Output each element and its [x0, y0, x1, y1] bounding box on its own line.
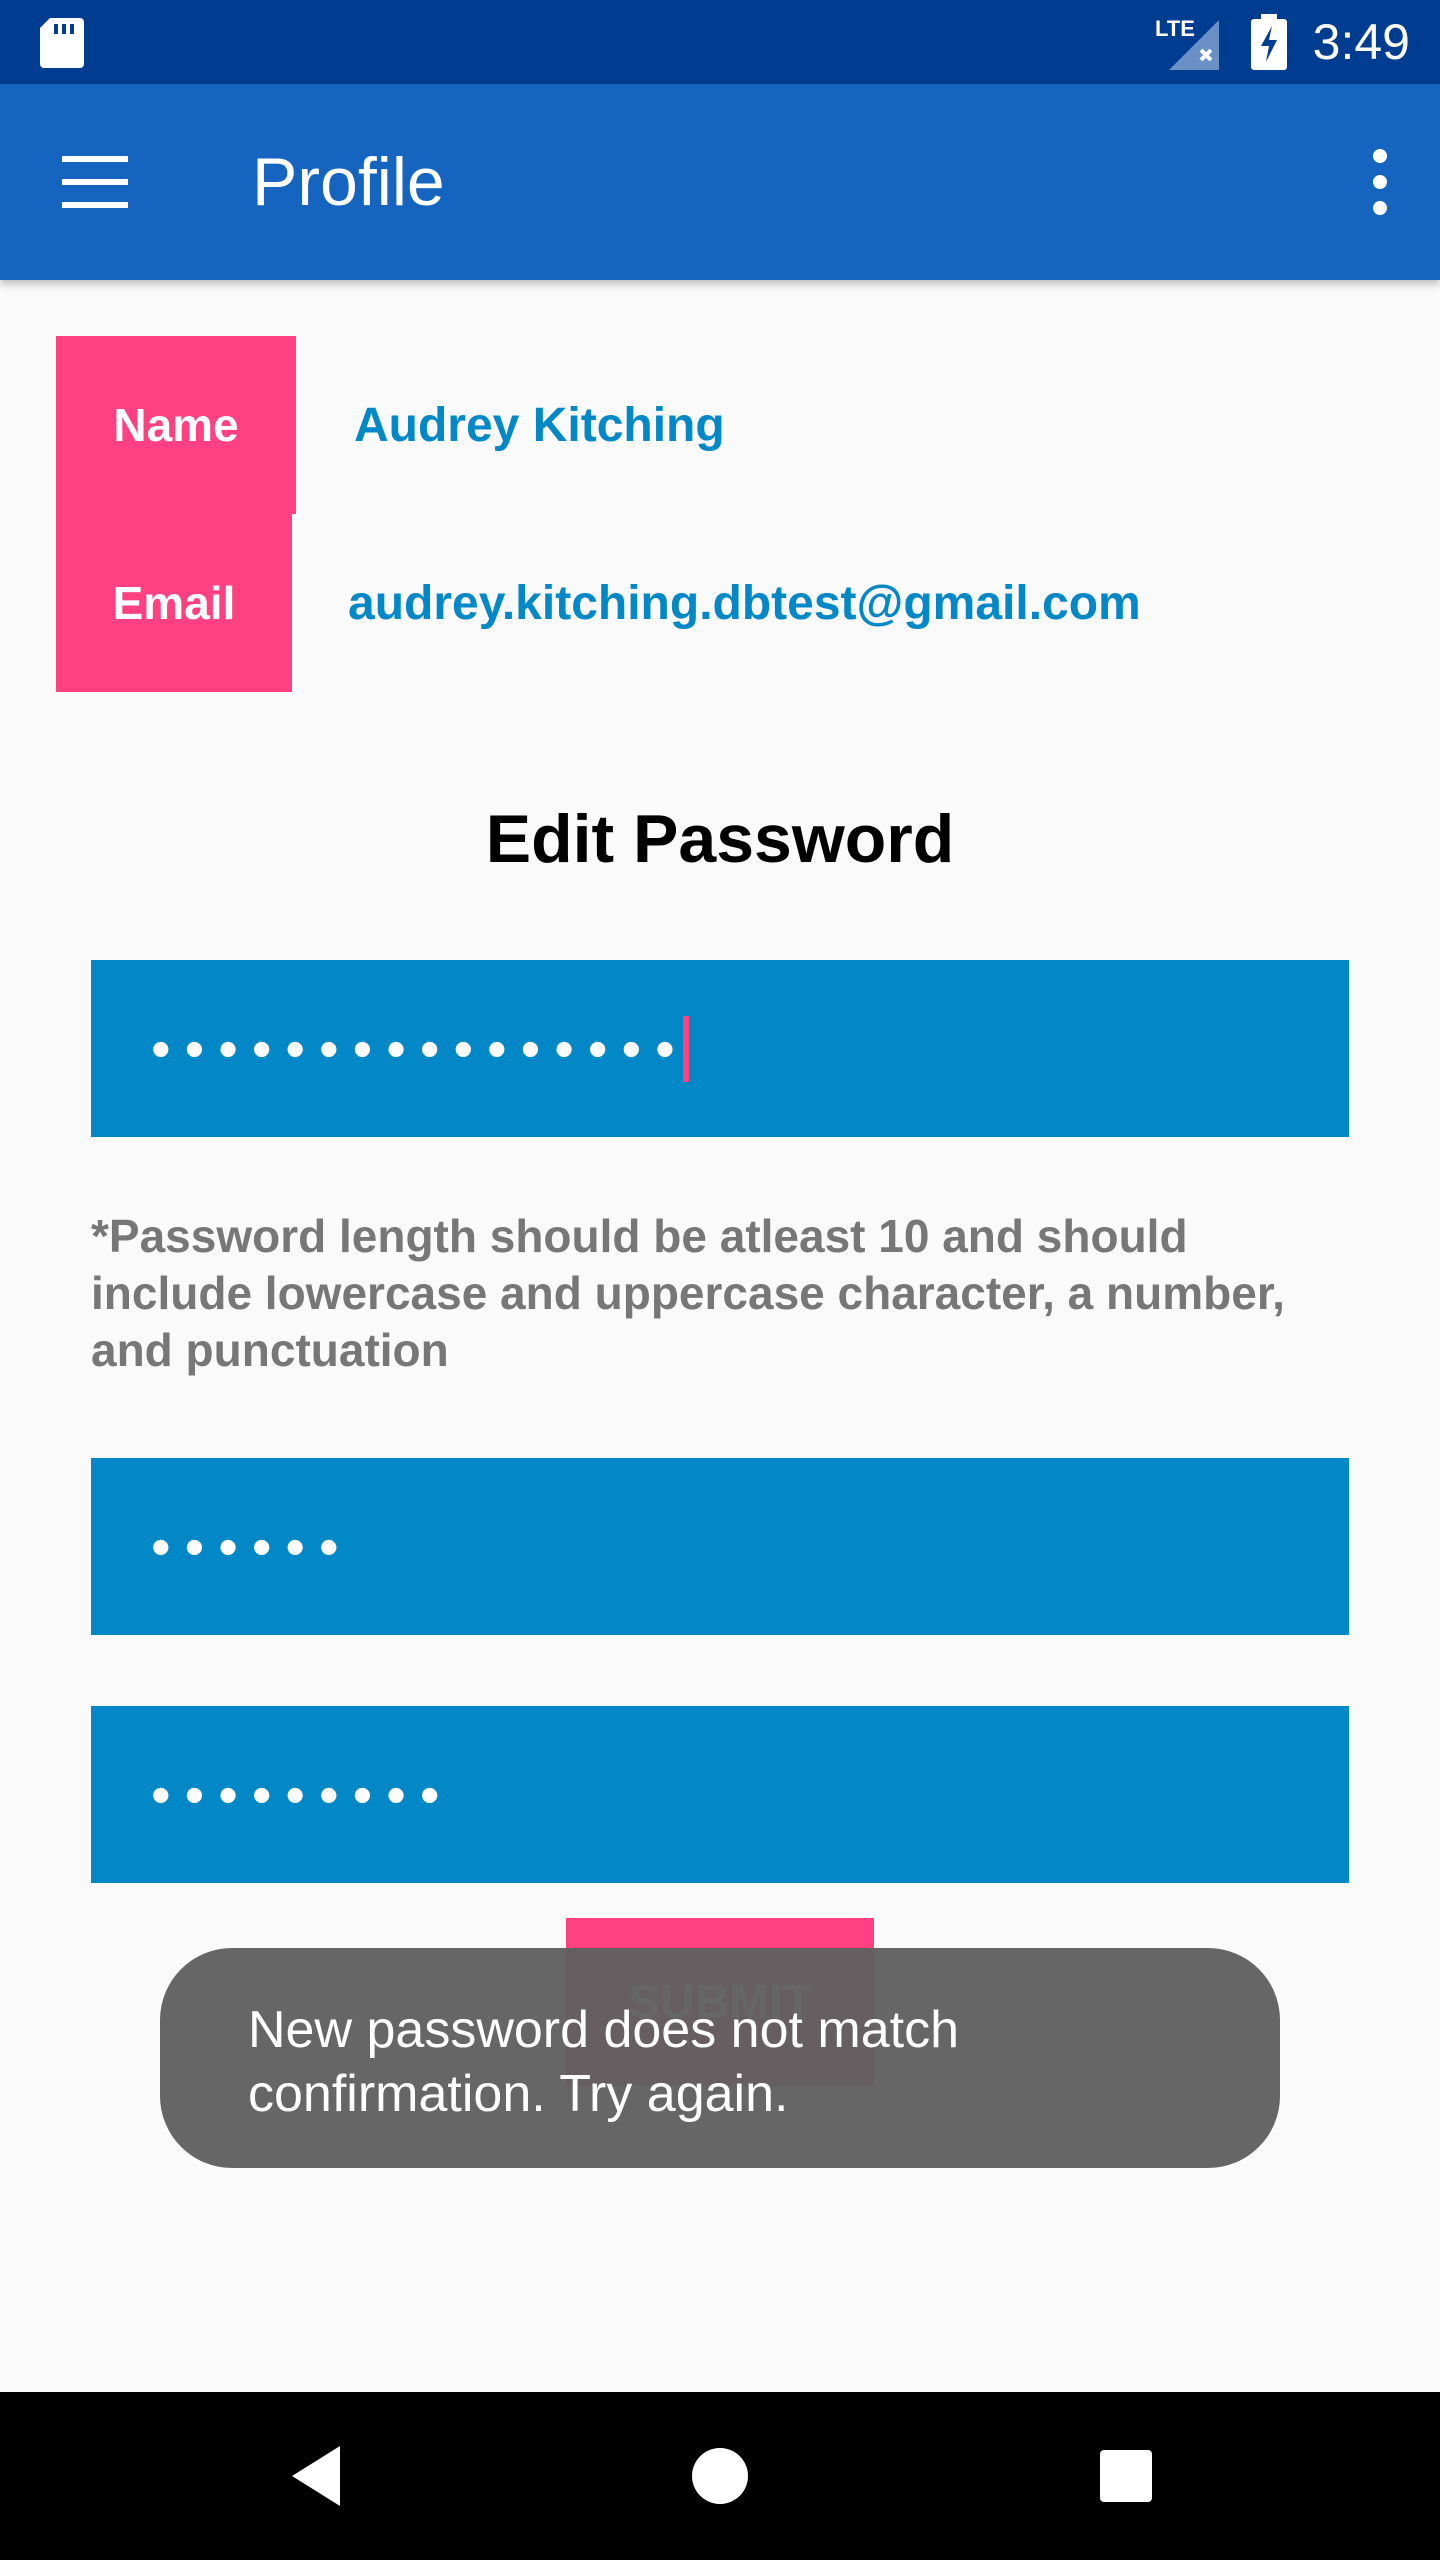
hamburger-menu-icon[interactable]	[62, 154, 132, 210]
back-icon[interactable]	[286, 2436, 346, 2516]
name-value: Audrey Kitching	[354, 399, 725, 452]
edit-password-title: Edit Password	[485, 801, 955, 877]
page-title: Profile	[252, 144, 445, 220]
email-label: Email	[56, 514, 292, 692]
status-time: 3:49	[1312, 14, 1410, 70]
battery-charging-icon	[1250, 14, 1287, 70]
current-password-field[interactable]: ••••••••••••••••	[91, 960, 1349, 1137]
confirm-password-field[interactable]: •••••••••	[91, 1706, 1349, 1883]
new-password-value: ••••••	[151, 1515, 353, 1578]
signal-icon: LTE	[1155, 16, 1219, 70]
password-hint: *Password length should be atleast 10 an…	[91, 1210, 1285, 1376]
confirm-password-value: •••••••••	[151, 1763, 454, 1826]
more-vert-icon[interactable]	[1360, 146, 1400, 218]
error-toast: New password does not match confirmation…	[160, 1948, 1280, 2168]
text-cursor	[682, 1015, 689, 1082]
home-icon[interactable]	[690, 2436, 750, 2516]
network-type-label: LTE	[1155, 16, 1195, 41]
status-bar: LTE 3:49	[0, 0, 1440, 84]
recents-icon[interactable]	[1096, 2436, 1156, 2516]
email-value: audrey.kitching.dbtest@gmail.com	[348, 577, 1141, 630]
current-password-value: ••••••••••••••••	[151, 1017, 689, 1080]
name-label: Name	[56, 336, 296, 514]
new-password-field[interactable]: ••••••	[91, 1458, 1349, 1635]
sd-card-icon	[40, 18, 84, 68]
system-nav-bar	[0, 2392, 1440, 2560]
app-bar: Profile	[0, 84, 1440, 280]
